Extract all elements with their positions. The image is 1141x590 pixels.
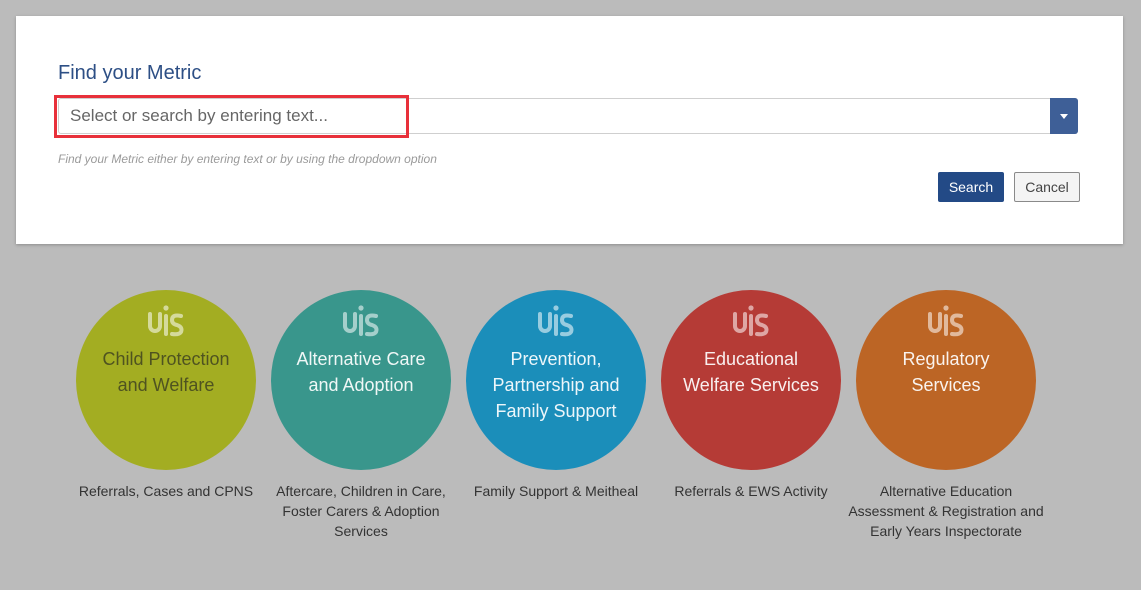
category-title: Child Protection and Welfare [102,349,230,395]
category-circle[interactable]: Educational Welfare Services [661,290,841,470]
category-description: Referrals, Cases and CPNS [78,483,254,499]
category-prevention: Prevention, Partnership and Family Suppo… [456,290,656,501]
metric-search-input[interactable] [59,99,1019,133]
category-description: Family Support & Meitheal [473,483,639,499]
category-title: Educational Welfare Services [683,349,819,395]
category-circle[interactable]: Alternative Care and Adoption [271,290,451,470]
cancel-button[interactable]: Cancel [1014,172,1080,202]
category-circle[interactable]: Prevention, Partnership and Family Suppo… [466,290,646,470]
category-child-protection: Child Protection and Welfare Referrals, … [66,290,266,501]
category-description: Alternative Education Assessment & Regis… [848,483,1044,539]
search-panel: Find your Metric Find your Metric either… [16,16,1123,244]
chevron-down-icon [1060,113,1068,119]
tusla-logo-icon [343,305,379,337]
metric-select[interactable] [58,98,1078,134]
category-title: Prevention, Partnership and Family Suppo… [492,349,620,421]
tusla-logo-icon [733,305,769,337]
tusla-logo-icon [148,305,184,337]
category-description: Referrals & EWS Activity [674,483,828,499]
category-circle[interactable]: Child Protection and Welfare [76,290,256,470]
page-title: Find your Metric [58,62,202,84]
tusla-logo-icon [538,305,574,337]
category-educational-welfare: Educational Welfare Services Referrals &… [651,290,851,501]
dropdown-toggle-button[interactable] [1050,98,1078,134]
category-alternative-care: Alternative Care and Adoption Aftercare,… [261,290,461,541]
category-description: Aftercare, Children in Care, Foster Care… [276,483,446,539]
tusla-logo-icon [928,305,964,337]
search-hint: Find your Metric either by entering text… [58,152,437,166]
category-title: Alternative Care and Adoption [296,349,426,395]
category-title: Regulatory Services [902,349,990,395]
category-circle[interactable]: Regulatory Services [856,290,1036,470]
search-button[interactable]: Search [938,172,1004,202]
category-regulatory: Regulatory Services Alternative Educatio… [846,290,1046,541]
